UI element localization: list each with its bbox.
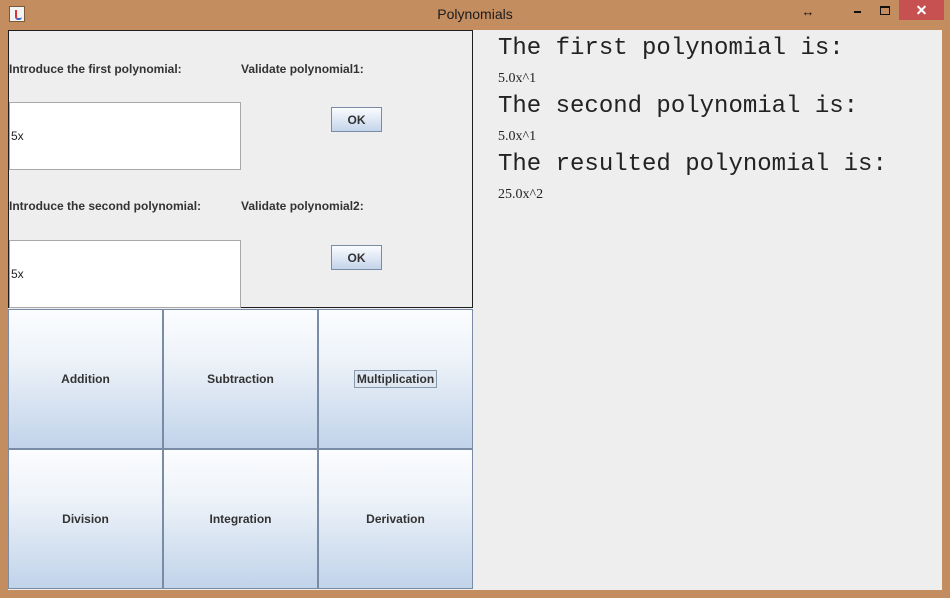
polynomial-input-panel: Introduce the first polynomial: Validate… (8, 30, 473, 308)
integration-label: Integration (209, 512, 272, 526)
result-polynomial-value: 25.0x^2 (498, 187, 544, 202)
multiplication-button[interactable]: Multiplication (318, 309, 473, 449)
addition-button[interactable]: Addition (8, 309, 163, 449)
second-polynomial-label: Introduce the second polynomial: (9, 199, 202, 213)
second-polynomial-value: 5.0x^1 (498, 129, 537, 144)
first-polynomial-input[interactable] (9, 102, 241, 170)
division-label: Division (62, 512, 109, 526)
validate-polynomial2-label: Validate polynomial2: (241, 199, 364, 213)
derivation-button[interactable]: Derivation (318, 449, 473, 589)
first-polynomial-heading: The first polynomial is: (498, 35, 844, 62)
window-client-area: Introduce the first polynomial: Validate… (8, 30, 942, 590)
multiplication-label: Multiplication (353, 370, 438, 388)
title-bar[interactable]: Polynomials ↔ (0, 0, 950, 30)
first-polynomial-value: 5.0x^1 (498, 71, 537, 86)
close-button[interactable] (899, 0, 944, 20)
second-polynomial-heading: The second polynomial is: (498, 93, 859, 120)
validate-polynomial2-ok-button[interactable]: OK (331, 245, 382, 270)
operations-grid: Addition Subtraction Multiplication Divi… (8, 309, 474, 590)
subtraction-button[interactable]: Subtraction (163, 309, 318, 449)
subtraction-label: Subtraction (207, 372, 274, 386)
validate-polynomial1-ok-button[interactable]: OK (331, 107, 382, 132)
validate-polynomial1-label: Validate polynomial1: (241, 62, 364, 76)
division-button[interactable]: Division (8, 449, 163, 589)
addition-label: Addition (61, 372, 110, 386)
result-polynomial-heading: The resulted polynomial is: (498, 151, 887, 178)
minimize-button[interactable] (843, 0, 871, 20)
maximize-button[interactable] (871, 0, 899, 20)
integration-button[interactable]: Integration (163, 449, 318, 589)
first-polynomial-label: Introduce the first polynomial: (9, 62, 182, 76)
derivation-label: Derivation (366, 512, 425, 526)
resize-arrows-icon: ↔ (801, 4, 815, 19)
second-polynomial-input[interactable] (9, 240, 241, 308)
